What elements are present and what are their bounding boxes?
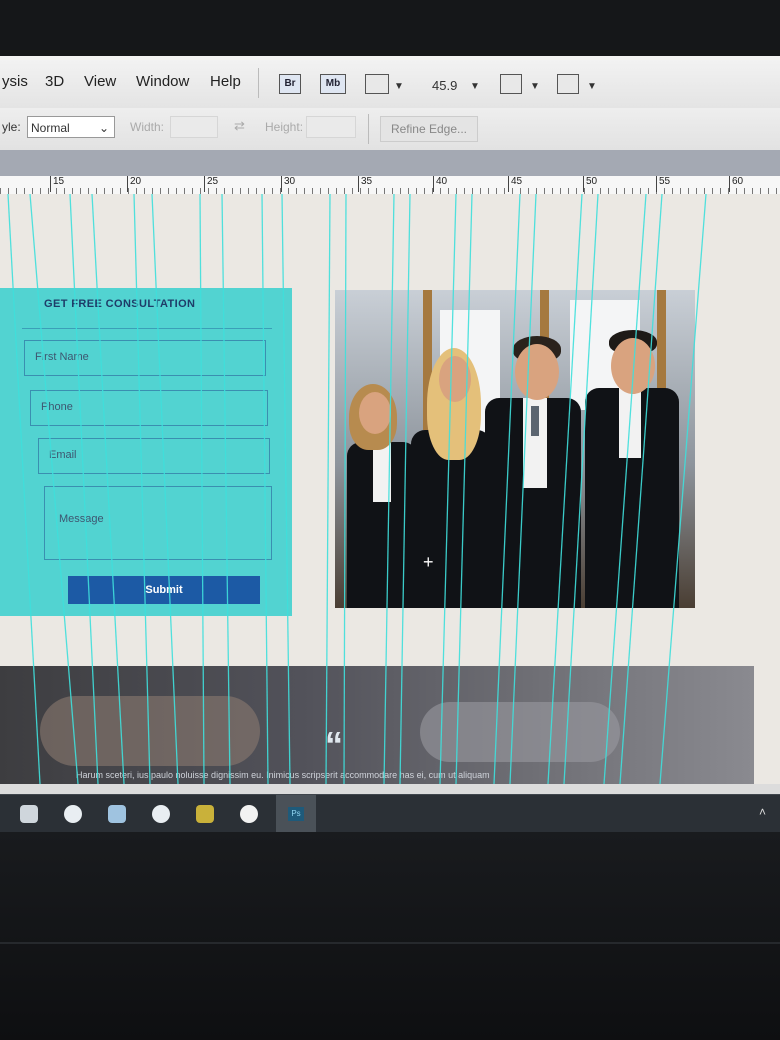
monitor-bezel-bottom [0, 832, 780, 1040]
person-3-face [515, 344, 559, 400]
document-canvas[interactable]: GET FREE CONSULTATION First Name Phone E… [0, 194, 780, 794]
phone-field[interactable]: Phone [30, 390, 268, 426]
person-1-shirt [373, 442, 391, 502]
browser-icon[interactable] [152, 805, 170, 823]
style-select[interactable]: Normal ⌄ [27, 116, 115, 138]
first-name-placeholder: First Name [35, 351, 89, 363]
ruler-label: 45 [508, 176, 522, 192]
menu-bar: ysis 3D View Window Help Br Mb ▼ 45.9 ▼ … [0, 56, 780, 109]
email-field[interactable]: Email [38, 438, 270, 474]
menu-analysis[interactable]: ysis [2, 73, 28, 90]
chevron-up-icon[interactable]: ˄ [759, 805, 766, 819]
photoshop-window: ysis 3D View Window Help Br Mb ▼ 45.9 ▼ … [0, 56, 780, 832]
mail-icon[interactable] [108, 805, 126, 823]
person-4-face [611, 338, 655, 394]
monitor-bezel-top [0, 0, 780, 58]
document-tab-strip [0, 150, 780, 176]
message-placeholder: Message [59, 513, 104, 525]
status-bar [0, 784, 780, 794]
menu-window[interactable]: Window [136, 73, 189, 90]
menu-help[interactable]: Help [210, 73, 241, 90]
chevron-down-icon[interactable]: ▼ [394, 81, 404, 92]
message-field[interactable]: Message [44, 486, 272, 560]
testimonial-section: “ Harum sceteri, ius paulo noluisse dign… [0, 666, 754, 784]
screen-mode-icon[interactable] [557, 74, 579, 94]
extras-icon[interactable] [365, 74, 389, 94]
quote-icon: “ [325, 724, 343, 765]
photoshop-icon: Ps [288, 807, 304, 821]
arrange-documents-icon[interactable] [500, 74, 522, 94]
consultation-form: GET FREE CONSULTATION First Name Phone E… [0, 288, 292, 616]
menu-separator [258, 68, 259, 98]
horizontal-ruler[interactable]: 15 20 25 30 35 40 45 50 55 60 [0, 176, 780, 195]
refine-edge-button[interactable]: Refine Edge... [380, 116, 478, 142]
options-bar: yle: Normal ⌄ Width: ⇄ Height: Refine Ed… [0, 108, 780, 151]
ruler-label: 15 [50, 176, 64, 192]
first-name-field[interactable]: First Name [24, 340, 266, 376]
chevron-down-icon[interactable]: ▼ [470, 81, 480, 92]
email-placeholder: Email [49, 449, 77, 461]
bridge-icon[interactable]: Br [279, 74, 301, 94]
style-select-value: Normal [31, 121, 70, 135]
testimonial-text: Harum sceteri, ius paulo noluisse dignis… [76, 770, 490, 780]
person-2-face [439, 356, 471, 402]
chevron-down-icon: ⌄ [98, 121, 109, 135]
strip-hand [40, 696, 260, 766]
photoshop-taskbar-button[interactable]: Ps [276, 795, 316, 832]
zoom-level[interactable]: 45.9 [432, 78, 457, 93]
strip-arm [420, 702, 620, 762]
swap-icon[interactable]: ⇄ [234, 118, 245, 134]
ruler-label: 40 [433, 176, 447, 192]
style-label: yle: [2, 120, 21, 134]
business-team-photo: + [335, 290, 695, 608]
title-divider [22, 328, 272, 329]
file-explorer-icon[interactable] [20, 805, 38, 823]
app-icon[interactable] [240, 805, 258, 823]
chevron-down-icon[interactable]: ▼ [587, 81, 597, 92]
ruler-label: 50 [583, 176, 597, 192]
options-separator [368, 114, 369, 144]
person-1-face [359, 392, 391, 434]
phone-placeholder: Phone [41, 401, 73, 413]
menu-view[interactable]: View [84, 73, 116, 90]
ruler-label: 55 [656, 176, 670, 192]
height-field[interactable] [306, 116, 356, 138]
ruler-label: 25 [204, 176, 218, 192]
ruler-label: 60 [729, 176, 743, 192]
height-label: Height: [265, 120, 304, 134]
windows-taskbar: Ps ˄ [0, 794, 780, 832]
person-3-tie [531, 406, 539, 436]
ruler-label: 20 [127, 176, 141, 192]
person-4-shirt [619, 388, 641, 458]
chrome-icon[interactable] [64, 805, 82, 823]
sticky-notes-icon[interactable] [196, 805, 214, 823]
width-label: Width: [130, 120, 165, 134]
form-title: GET FREE CONSULTATION [44, 298, 196, 310]
submit-button[interactable]: Submit [68, 576, 260, 604]
menu-3d[interactable]: 3D [45, 73, 64, 90]
ruler-label: 30 [281, 176, 295, 192]
ruler-label: 35 [358, 176, 372, 192]
desk-edge [0, 942, 780, 944]
mini-bridge-icon[interactable]: Mb [320, 74, 346, 94]
width-field[interactable] [170, 116, 218, 138]
crosshair-cursor-icon: + [423, 552, 434, 572]
chevron-down-icon[interactable]: ▼ [530, 81, 540, 92]
